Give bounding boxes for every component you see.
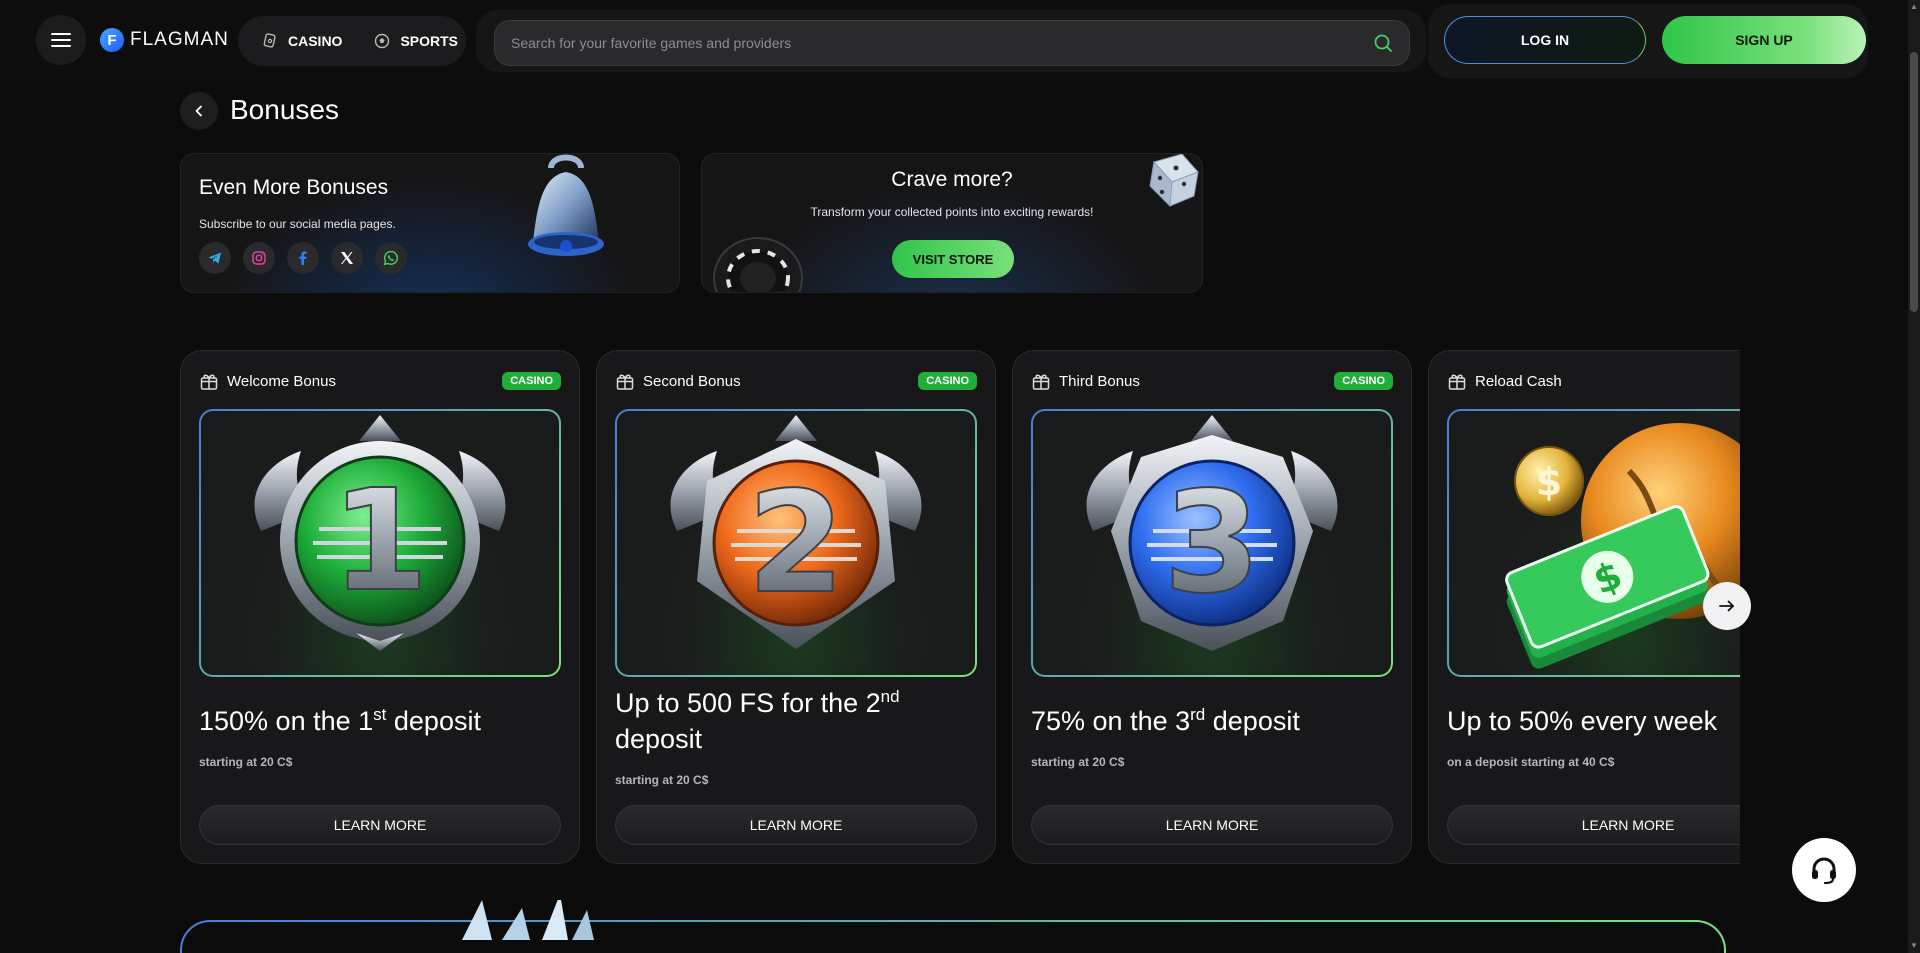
gift-icon [1448, 374, 1466, 390]
social-links [199, 242, 407, 274]
bonus-card-label: Third Bonus [1059, 372, 1140, 390]
page-scrollbar[interactable]: ▲ ▼ [1908, 0, 1920, 953]
gift-icon [200, 374, 218, 390]
bonus-cash-image: $ $ [1447, 409, 1740, 677]
bonus-card-label: Second Bonus [643, 372, 741, 390]
store-promo-card: Crave more? Transform your collected poi… [701, 153, 1203, 293]
soccer-ball-icon [375, 33, 390, 49]
whatsapp-link[interactable] [375, 242, 407, 274]
search-input[interactable]: Search for your favorite games and provi… [494, 20, 1410, 66]
nav-casino[interactable]: CASINO [252, 16, 352, 66]
bonus-card-subtitle: starting at 20 C$ [615, 773, 709, 787]
svg-text:$: $ [1536, 460, 1562, 504]
svg-text:3: 3 [1163, 462, 1260, 625]
bonus-card-welcome: Welcome Bonus CASINO 1 150% on the 1st d… [180, 350, 580, 864]
scroll-up-arrow-icon[interactable]: ▲ [1910, 2, 1918, 12]
bonus-medal-image: 1 [199, 409, 561, 677]
bonus-card-label: Reload Cash [1475, 372, 1562, 390]
store-promo-subtitle: Transform your collected points into exc… [810, 205, 1094, 219]
top-header: F FLAGMAN CASINO SPORTS Search for your … [0, 0, 1908, 80]
telegram-link[interactable] [199, 242, 231, 274]
telegram-icon [208, 252, 221, 264]
scroll-down-arrow-icon[interactable]: ▼ [1910, 941, 1918, 951]
social-promo-card: Even More Bonuses Subscribe to our socia… [180, 153, 680, 293]
nav-sports-label: SPORTS [400, 33, 459, 49]
svg-text:2: 2 [747, 462, 844, 625]
nav-casino-label: CASINO [288, 33, 343, 49]
bonus-card-subtitle: starting at 20 C$ [1031, 755, 1125, 769]
x-link[interactable] [331, 242, 363, 274]
flagman-logo[interactable]: F FLAGMAN [100, 26, 229, 54]
menu-button[interactable] [36, 15, 86, 65]
main-nav: CASINO SPORTS [238, 16, 466, 66]
facebook-link[interactable] [287, 242, 319, 274]
cash-stack-icon: $ $ [1505, 423, 1740, 669]
poker-chip-icon [713, 237, 803, 292]
learn-more-button[interactable]: LEARN MORE [199, 805, 561, 845]
visit-store-button[interactable]: VISIT STORE [892, 240, 1014, 278]
support-chat-button[interactable] [1792, 838, 1856, 902]
bell-icon [528, 154, 604, 256]
nav-sports[interactable]: SPORTS [364, 16, 468, 66]
signup-button[interactable]: SIGN UP [1662, 16, 1866, 64]
login-button[interactable]: LOG IN [1444, 16, 1646, 64]
bonus-card-header: Third Bonus CASINO [1031, 369, 1393, 393]
social-promo-title: Even More Bonuses [199, 176, 389, 199]
learn-more-button[interactable]: LEARN MORE [1031, 805, 1393, 845]
bottom-banner [180, 900, 1726, 953]
medal-1-icon: 1 [254, 415, 506, 651]
bonus-card-subtitle: starting at 20 C$ [199, 755, 293, 769]
bonus-card-reload: Reload Cash $ $ Up to 50% every week on … [1428, 350, 1740, 864]
bonus-carousel[interactable]: Welcome Bonus CASINO 1 150% on the 1st d… [180, 350, 1740, 865]
carousel-next-button[interactable] [1703, 582, 1751, 630]
learn-more-button[interactable]: LEARN MORE [615, 805, 977, 845]
gift-icon [1032, 374, 1050, 390]
bonus-medal-image: 3 [1031, 409, 1393, 677]
search-icon[interactable] [1373, 33, 1393, 53]
bonus-card-subtitle: on a deposit starting at 40 C$ [1447, 755, 1615, 769]
page-title: Bonuses [230, 94, 339, 125]
headset-icon [1812, 857, 1836, 885]
bonus-card-header: Second Bonus CASINO [615, 369, 977, 393]
social-promo-subtitle: Subscribe to our social media pages. [199, 217, 396, 231]
bonus-card-title: 75% on the 3rd deposit [1031, 705, 1300, 736]
casino-badge: CASINO [1334, 372, 1393, 390]
svg-text:1: 1 [331, 460, 428, 623]
bonus-medal-image: 2 [615, 409, 977, 677]
bonus-card-header: Reload Cash [1447, 369, 1740, 393]
bonus-card-header: Welcome Bonus CASINO [199, 369, 561, 393]
bonus-card-label: Welcome Bonus [227, 372, 336, 390]
chevron-left-icon [195, 105, 202, 117]
bonus-card-title: 150% on the 1st deposit [199, 705, 481, 736]
medal-3-icon: 3 [1086, 415, 1338, 651]
casino-icon [263, 33, 276, 48]
scroll-thumb[interactable] [1910, 52, 1918, 312]
facebook-icon [299, 251, 307, 265]
search-placeholder: Search for your favorite games and provi… [511, 35, 792, 51]
whatsapp-icon [383, 250, 398, 266]
x-icon [341, 252, 353, 264]
medal-2-icon: 2 [670, 415, 922, 649]
bonus-card-third: Third Bonus CASINO 3 75% on the 3rd depo… [1012, 350, 1412, 864]
back-button[interactable] [180, 92, 218, 130]
logo-mark: F [100, 28, 124, 52]
search-container: Search for your favorite games and provi… [476, 10, 1426, 72]
bonus-card-title: Up to 50% every week [1447, 706, 1718, 736]
learn-more-button[interactable]: LEARN MORE [1447, 805, 1740, 845]
instagram-icon [252, 251, 266, 265]
instagram-link[interactable] [243, 242, 275, 274]
gift-icon [616, 374, 634, 390]
bonus-card-title: Up to 500 FS for the 2nd deposit [615, 687, 900, 754]
logo-text: FLAGMAN [130, 29, 229, 50]
casino-badge: CASINO [502, 372, 561, 390]
hamburger-icon [51, 33, 71, 47]
ice-crystal-icon [462, 900, 594, 940]
store-promo-title: Crave more? [891, 168, 1013, 191]
casino-badge: CASINO [918, 372, 977, 390]
arrow-right-icon [1719, 600, 1734, 612]
bonus-card-second: Second Bonus CASINO 2 Up to 500 FS for t… [596, 350, 996, 864]
